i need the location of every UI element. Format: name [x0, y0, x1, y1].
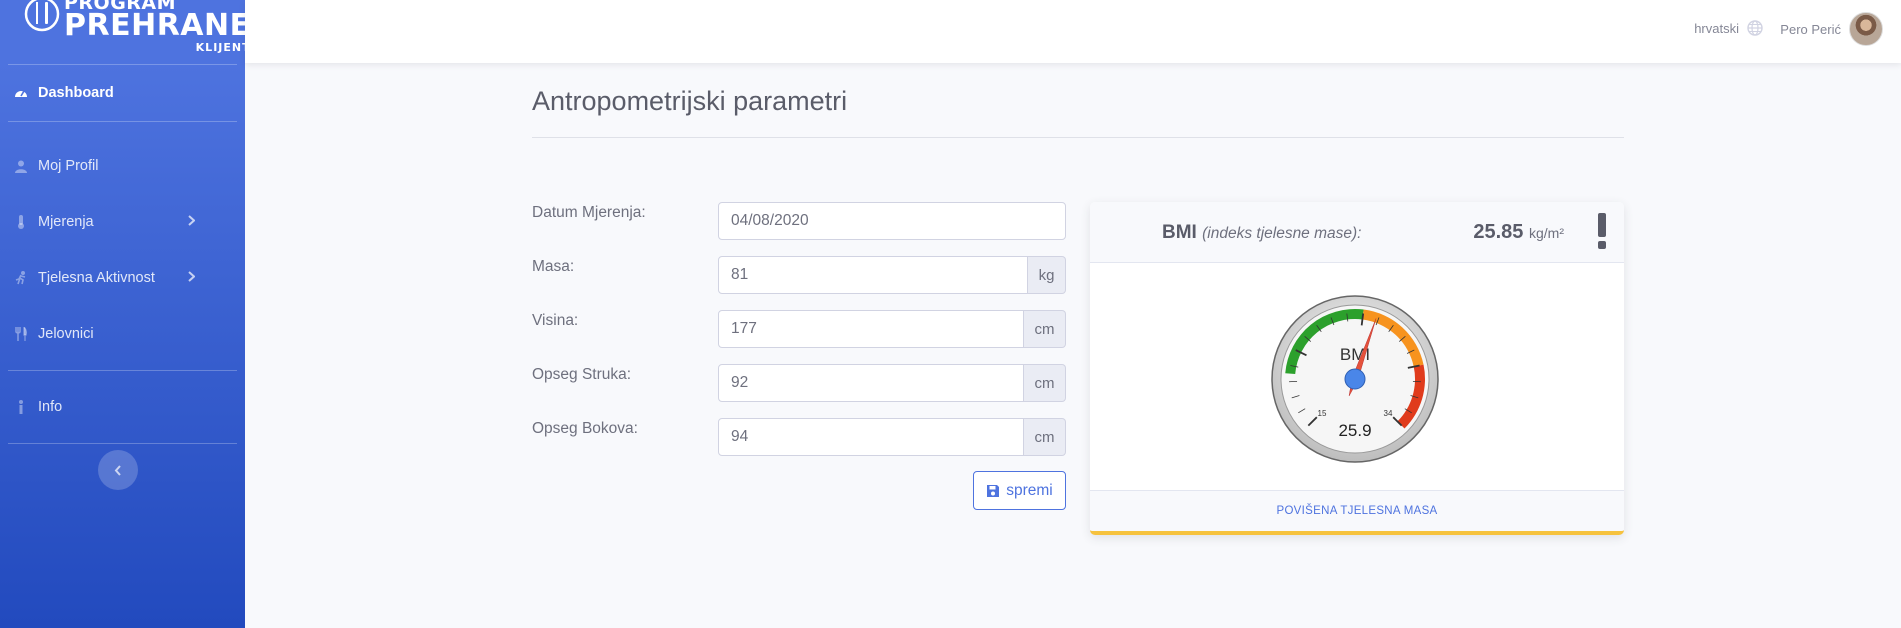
save-button-label: spremi [1006, 481, 1053, 499]
globe-icon [1747, 20, 1763, 36]
gauge-value-display: 25.9 [1338, 421, 1371, 440]
save-button[interactable]: spremi [973, 471, 1066, 510]
brand-text: PROGRAM PREHRANE KLIJENT [64, 0, 245, 53]
floppy-disk-icon [987, 484, 1000, 497]
language-label: hrvatski [1694, 20, 1739, 36]
masa-field[interactable]: 81 kg [718, 256, 1066, 294]
sidebar-item-label: Tjelesna Aktivnost [38, 270, 155, 286]
gauge-hub [1344, 368, 1366, 390]
visina-field[interactable]: 177 cm [718, 310, 1066, 348]
tachometer-icon [10, 87, 32, 99]
label-opseg-struka: Opseg Struka: [532, 366, 632, 383]
user-dropdown[interactable]: Pero Perić [1780, 12, 1883, 46]
sidebar-item-label: Jelovnici [38, 326, 94, 342]
bmi-unit: kg/m² [1529, 225, 1564, 241]
bmi-subtitle: (indeks tjelesne mase): [1202, 225, 1362, 242]
exclamation-icon [1598, 213, 1606, 249]
masa-input[interactable]: 81 [718, 256, 1028, 294]
bmi-card-header: BMI (indeks tjelesne mase): 25.85 kg/m² [1090, 202, 1624, 263]
info-icon [10, 400, 32, 414]
sidebar-item-jelovnici[interactable]: Jelovnici [0, 306, 245, 362]
gauge-min-label: 15 [1318, 409, 1327, 418]
datum-mjerenja-field[interactable]: 04/08/2020 [718, 202, 1066, 240]
sidebar: PROGRAM PREHRANE KLIJENT Dashboard Moj P… [0, 0, 245, 628]
sidebar-item-label: Mjerenja [38, 214, 94, 230]
opseg-bokova-unit: cm [1024, 418, 1066, 456]
sidebar-item-label: Dashboard [38, 85, 114, 101]
gauge-max-label: 34 [1384, 409, 1393, 418]
sidebar-item-tjelesna-aktivnost[interactable]: Tjelesna Aktivnost [0, 250, 245, 306]
utensils-icon [10, 327, 32, 341]
user-icon [10, 160, 32, 173]
sidebar-item-mjerenja[interactable]: Mjerenja [0, 194, 245, 250]
label-datum-mjerenja: Datum Mjerenja: [532, 204, 646, 221]
opseg-struka-unit: cm [1024, 364, 1066, 402]
opseg-struka-field[interactable]: 92 cm [718, 364, 1066, 402]
bmi-card: BMI (indeks tjelesne mase): 25.85 kg/m² … [1090, 202, 1624, 535]
brand-line3: KLIJENT [195, 41, 245, 54]
sidebar-item-label: Info [38, 399, 63, 415]
chevron-right-icon [188, 214, 196, 230]
label-opseg-bokova: Opseg Bokova: [532, 420, 638, 437]
bmi-value-box: 25.85 kg/m² [1473, 221, 1564, 244]
chevron-right-icon [188, 270, 196, 286]
topbar: hrvatski Pero Perić [245, 0, 1901, 63]
page-title: Antropometrijski parametri [532, 86, 848, 116]
label-visina: Visina: [532, 312, 579, 329]
bmi-value: 25.85 [1473, 221, 1524, 243]
language-dropdown[interactable]: hrvatski [1694, 20, 1763, 36]
sidebar-toggle-button[interactable] [98, 450, 138, 490]
sidebar-item-info[interactable]: Info [0, 379, 245, 435]
opseg-bokova-input[interactable]: 94 [718, 418, 1024, 456]
label-masa: Masa: [532, 258, 575, 275]
chevron-left-icon [114, 464, 121, 476]
user-name: Pero Perić [1780, 21, 1841, 37]
title-divider [532, 137, 1624, 138]
bmi-gauge: BMI 15 34 25.9 [1271, 295, 1439, 463]
datum-mjerenja-input[interactable]: 04/08/2020 [718, 202, 1066, 240]
opseg-struka-input[interactable]: 92 [718, 364, 1024, 402]
bmi-label: BMI (indeks tjelesne mase): [1162, 222, 1361, 244]
brand-logo-link[interactable]: PROGRAM PREHRANE KLIJENT [0, 0, 245, 64]
brand-line2: PREHRANE [64, 8, 245, 43]
bmi-title: BMI [1162, 222, 1197, 243]
visina-unit: cm [1024, 310, 1066, 348]
visina-input[interactable]: 177 [718, 310, 1024, 348]
bmi-status: POVIŠENA TJELESNA MASA [1090, 490, 1624, 531]
sidebar-item-label: Moj Profil [38, 158, 99, 174]
masa-unit: kg [1028, 256, 1066, 294]
thermometer-icon [10, 215, 32, 229]
opseg-bokova-field[interactable]: 94 cm [718, 418, 1066, 456]
fork-knife-logo-icon [24, 0, 60, 32]
sidebar-item-moj-profil[interactable]: Moj Profil [0, 138, 245, 194]
running-icon [10, 271, 32, 285]
sidebar-item-dashboard[interactable]: Dashboard [0, 65, 245, 121]
avatar [1849, 12, 1883, 46]
sidebar-divider [8, 443, 237, 444]
